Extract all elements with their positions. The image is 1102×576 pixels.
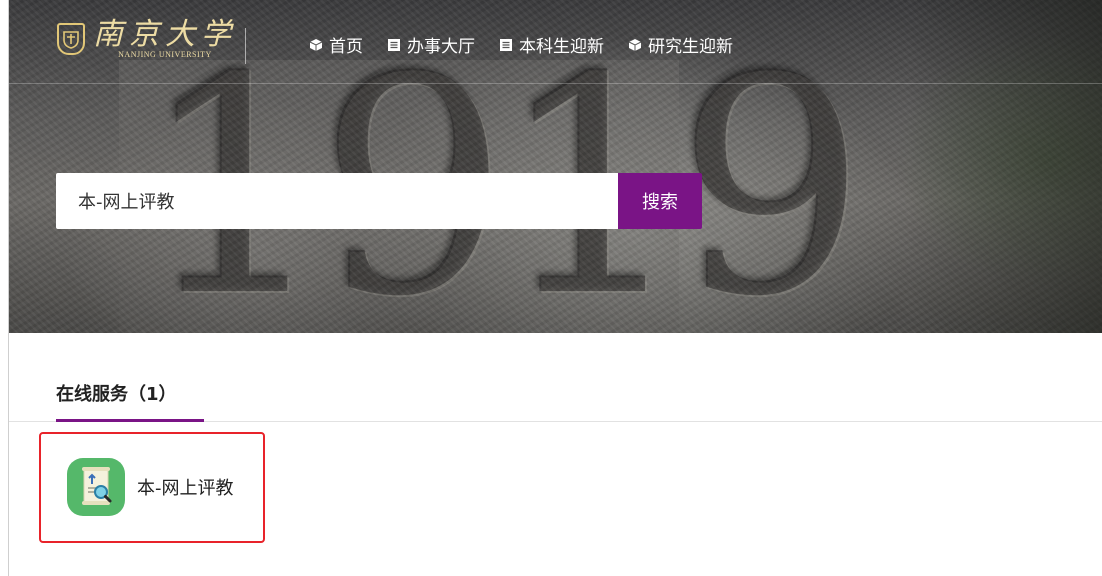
nav-item-undergrad-welcome[interactable]: 本科生迎新 — [499, 32, 604, 57]
document-icon — [387, 38, 401, 52]
results-tabs: 在线服务（1） — [9, 380, 1102, 422]
nav-item-label: 研究生迎新 — [648, 37, 733, 57]
search-bar: 搜索 — [56, 173, 702, 229]
nav-item-grad-welcome[interactable]: 研究生迎新 — [628, 32, 733, 57]
top-navbar: 南京大学 NANJING UNIVERSITY 首页 办事大厅 本科生迎新 研究… — [9, 0, 1102, 84]
hero-banner: 1919 南京大学 NANJING UNIVERSITY — [9, 0, 1102, 333]
nav-item-home[interactable]: 首页 — [309, 32, 363, 57]
logo-divider — [245, 28, 246, 64]
highlight-annotation-box — [39, 432, 265, 543]
search-input[interactable] — [56, 173, 618, 229]
university-logo[interactable]: 南京大学 NANJING UNIVERSITY — [57, 18, 237, 59]
nav-item-label: 办事大厅 — [407, 37, 475, 57]
document-icon — [499, 38, 513, 52]
nav-item-label: 首页 — [329, 37, 363, 57]
cube-icon — [628, 38, 642, 52]
university-emblem-icon — [57, 22, 85, 55]
search-button[interactable]: 搜索 — [618, 173, 702, 229]
logo-english-name: NANJING UNIVERSITY — [118, 50, 212, 59]
logo-text: 南京大学 NANJING UNIVERSITY — [93, 17, 237, 60]
page-frame: 1919 南京大学 NANJING UNIVERSITY — [8, 0, 1102, 576]
cube-icon — [309, 38, 323, 52]
nav-item-label: 本科生迎新 — [519, 37, 604, 57]
logo-chinese-name: 南京大学 — [93, 17, 237, 52]
active-tab-underline — [56, 419, 204, 422]
main-nav: 首页 办事大厅 本科生迎新 研究生迎新 — [309, 32, 757, 57]
nav-item-service-hall[interactable]: 办事大厅 — [387, 32, 475, 57]
tab-online-services[interactable]: 在线服务（1） — [56, 380, 183, 422]
